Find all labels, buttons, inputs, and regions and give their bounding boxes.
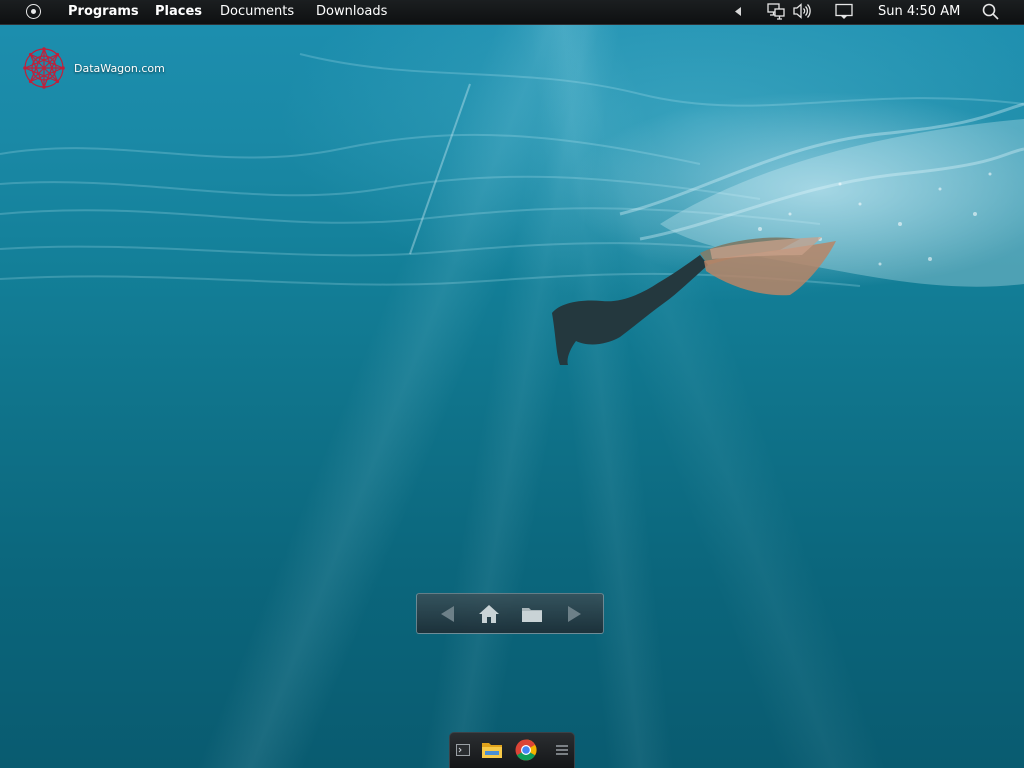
folder-icon[interactable] [520,603,544,625]
freediver [552,237,836,365]
back-arrow-icon[interactable] [436,603,460,625]
menu-downloads[interactable]: Downloads [316,0,387,24]
network-icon[interactable] [767,3,785,20]
volume-icon[interactable] [793,3,811,19]
desktop: Programs Places Documents Downloads Sun … [0,0,1024,768]
menu-lines-icon[interactable] [555,744,569,756]
forward-arrow-icon[interactable] [562,603,586,625]
circle-dot-menu-icon[interactable] [26,4,41,19]
top-panel: Programs Places Documents Downloads Sun … [0,0,1024,25]
home-icon[interactable] [477,603,501,625]
menu-programs[interactable]: Programs [68,0,139,24]
tray-expand-arrow-icon[interactable] [735,7,741,16]
menu-places[interactable]: Places [155,0,202,24]
desktop-shortcut-label: DataWagon.com [74,62,165,75]
navigation-bar [416,593,604,634]
chrome-icon[interactable] [515,739,537,761]
datawagon-logo-icon [23,47,65,89]
display-icon[interactable] [835,3,853,20]
light-rays [0,0,1024,768]
file-manager-icon[interactable] [481,740,503,760]
dock [449,732,575,768]
terminal-icon[interactable] [456,744,470,756]
desktop-shortcut-datawagon[interactable]: DataWagon.com [22,46,165,90]
menu-documents[interactable]: Documents [220,0,294,24]
search-icon[interactable] [982,3,999,20]
clock[interactable]: Sun 4:50 AM [878,0,960,24]
